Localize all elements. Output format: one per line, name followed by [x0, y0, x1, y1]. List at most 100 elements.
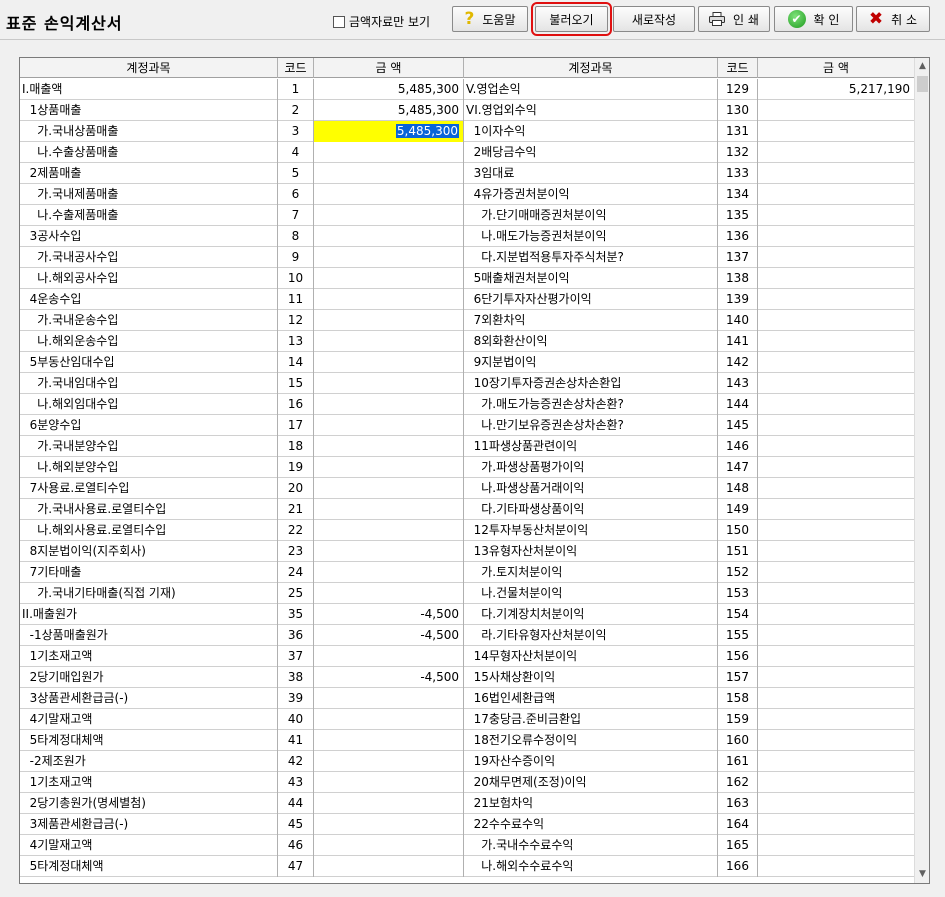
- amount-cell[interactable]: [758, 352, 915, 373]
- amount-cell[interactable]: [314, 541, 464, 562]
- header-amount-left[interactable]: 금 액: [314, 58, 464, 78]
- amount-cell[interactable]: [314, 772, 464, 793]
- amount-cell[interactable]: [314, 289, 464, 310]
- amount-cell[interactable]: [314, 184, 464, 205]
- amount-cell[interactable]: -4,500: [314, 667, 464, 688]
- amount-cell[interactable]: [758, 667, 915, 688]
- amount-cell[interactable]: 5,217,190: [758, 79, 915, 100]
- amount-cell[interactable]: [758, 100, 915, 121]
- amount-cell[interactable]: [314, 352, 464, 373]
- amount-cell[interactable]: [758, 331, 915, 352]
- table-row[interactable]: 가.국내상품매출 3 5,485,300 1이자수익 131: [20, 121, 915, 142]
- amount-cell[interactable]: [314, 457, 464, 478]
- amount-cell[interactable]: [314, 436, 464, 457]
- amount-cell[interactable]: [758, 415, 915, 436]
- table-row[interactable]: 7기타매출 24 가.토지처분이익 152: [20, 562, 915, 583]
- header-code-left[interactable]: 코드: [278, 58, 314, 78]
- load-button[interactable]: 불러오기: [531, 2, 612, 36]
- amount-cell[interactable]: [314, 583, 464, 604]
- amount-cell[interactable]: [758, 289, 915, 310]
- amount-cell[interactable]: 5,485,300: [314, 121, 464, 142]
- table-row[interactable]: 가.국내사용료.로열티수입 21 다.기타파생상품이익 149: [20, 499, 915, 520]
- table-row[interactable]: 5부동산임대수입 14 9지분법이익 142: [20, 352, 915, 373]
- header-account-right[interactable]: 계정과목: [464, 58, 718, 78]
- table-row[interactable]: 가.국내기타매출(직접 기재) 25 나.건물처분이익 153: [20, 583, 915, 604]
- amount-cell[interactable]: 5,485,300: [314, 100, 464, 121]
- amount-cell[interactable]: [314, 730, 464, 751]
- amount-cell[interactable]: [758, 121, 915, 142]
- table-row[interactable]: 3공사수입 8 나.매도가능증권처분이익 136: [20, 226, 915, 247]
- checkbox-box[interactable]: [333, 15, 345, 28]
- table-row[interactable]: 나.해외임대수입 16 가.매도가능증권손상차손환? 144: [20, 394, 915, 415]
- amount-cell[interactable]: [758, 184, 915, 205]
- amount-cell[interactable]: [314, 856, 464, 877]
- amount-cell[interactable]: [758, 541, 915, 562]
- table-row[interactable]: 4운송수입 11 6단기투자자산평가이익 139: [20, 289, 915, 310]
- amount-cell[interactable]: [314, 814, 464, 835]
- amount-cell[interactable]: [314, 142, 464, 163]
- amount-cell[interactable]: [314, 478, 464, 499]
- amount-cell[interactable]: [314, 226, 464, 247]
- amount-cell[interactable]: [314, 415, 464, 436]
- table-row[interactable]: 5타계정대체액 47 나.해외수수료수익 166: [20, 856, 915, 877]
- table-row[interactable]: 3제품관세환급금(-) 45 22수수료수익 164: [20, 814, 915, 835]
- amount-cell[interactable]: [314, 499, 464, 520]
- amount-cell[interactable]: -4,500: [314, 625, 464, 646]
- table-row[interactable]: 나.해외운송수입 13 8외화환산이익 141: [20, 331, 915, 352]
- amount-cell[interactable]: [758, 646, 915, 667]
- table-row[interactable]: 2당기매입원가 38 -4,500 15사채상환이익 157: [20, 667, 915, 688]
- header-code-right[interactable]: 코드: [718, 58, 758, 78]
- table-row[interactable]: 3상품관세환급금(-) 39 16법인세환급액 158: [20, 688, 915, 709]
- amount-cell[interactable]: [758, 310, 915, 331]
- table-row[interactable]: 2제품매출 5 3임대료 133: [20, 163, 915, 184]
- scroll-thumb[interactable]: [917, 76, 928, 92]
- table-row[interactable]: 나.수출제품매출 7 가.단기매매증권처분이익 135: [20, 205, 915, 226]
- amount-cell[interactable]: [314, 835, 464, 856]
- amount-cell[interactable]: [758, 835, 915, 856]
- header-account-left[interactable]: 계정과목: [20, 58, 278, 78]
- amount-cell[interactable]: [758, 268, 915, 289]
- amount-cell[interactable]: [758, 814, 915, 835]
- amount-cell[interactable]: 5,485,300: [314, 79, 464, 100]
- amount-cell[interactable]: [758, 205, 915, 226]
- amount-cell[interactable]: [758, 709, 915, 730]
- amount-only-checkbox[interactable]: 금액자료만 보기: [333, 13, 430, 30]
- amount-cell[interactable]: [758, 520, 915, 541]
- table-row[interactable]: 가.국내제품매출 6 4유가증권처분이익 134: [20, 184, 915, 205]
- table-row[interactable]: 4기말재고액 46 가.국내수수료수익 165: [20, 835, 915, 856]
- table-row[interactable]: 가.국내임대수입 15 10장기투자증권손상차손환입 143: [20, 373, 915, 394]
- table-row[interactable]: 2당기총원가(명세별첨) 44 21보험차익 163: [20, 793, 915, 814]
- amount-cell[interactable]: [758, 625, 915, 646]
- amount-cell[interactable]: [314, 247, 464, 268]
- amount-cell[interactable]: [758, 562, 915, 583]
- table-row[interactable]: 가.국내운송수입 12 7외환차익 140: [20, 310, 915, 331]
- amount-cell[interactable]: [314, 373, 464, 394]
- table-row[interactable]: 나.해외사용료.로열티수입 22 12투자부동산처분이익 150: [20, 520, 915, 541]
- table-row[interactable]: -2제조원가 42 19자산수증이익 161: [20, 751, 915, 772]
- amount-cell[interactable]: [314, 751, 464, 772]
- vertical-scrollbar[interactable]: ▲ ▼: [914, 58, 929, 883]
- amount-cell[interactable]: [758, 604, 915, 625]
- table-row[interactable]: 1기초재고액 37 14무형자산처분이익 156: [20, 646, 915, 667]
- amount-cell[interactable]: [758, 142, 915, 163]
- amount-cell[interactable]: [758, 247, 915, 268]
- table-row[interactable]: I.매출액 1 5,485,300 V.영업손익 129 5,217,190: [20, 79, 915, 100]
- table-row[interactable]: 나.해외분양수입 19 가.파생상품평가이익 147: [20, 457, 915, 478]
- amount-cell[interactable]: [314, 205, 464, 226]
- amount-cell[interactable]: [314, 310, 464, 331]
- amount-cell[interactable]: [314, 562, 464, 583]
- amount-cell[interactable]: [758, 730, 915, 751]
- table-row[interactable]: 가.국내분양수입 18 11파생상품관련이익 146: [20, 436, 915, 457]
- amount-cell[interactable]: [758, 373, 915, 394]
- amount-cell[interactable]: [758, 394, 915, 415]
- amount-cell[interactable]: [758, 163, 915, 184]
- cancel-button[interactable]: ✖ 취 소: [856, 6, 930, 32]
- amount-cell[interactable]: [758, 436, 915, 457]
- table-row[interactable]: 5타계정대체액 41 18전기오류수정이익 160: [20, 730, 915, 751]
- print-button[interactable]: 인 쇄: [698, 6, 770, 32]
- table-row[interactable]: -1상품매출원가 36 -4,500 라.기타유형자산처분이익 155: [20, 625, 915, 646]
- new-write-button[interactable]: 새로작성: [613, 6, 695, 32]
- amount-cell[interactable]: [758, 793, 915, 814]
- scroll-down-icon[interactable]: ▼: [915, 866, 929, 883]
- ok-button[interactable]: ✔ 확 인: [774, 6, 853, 32]
